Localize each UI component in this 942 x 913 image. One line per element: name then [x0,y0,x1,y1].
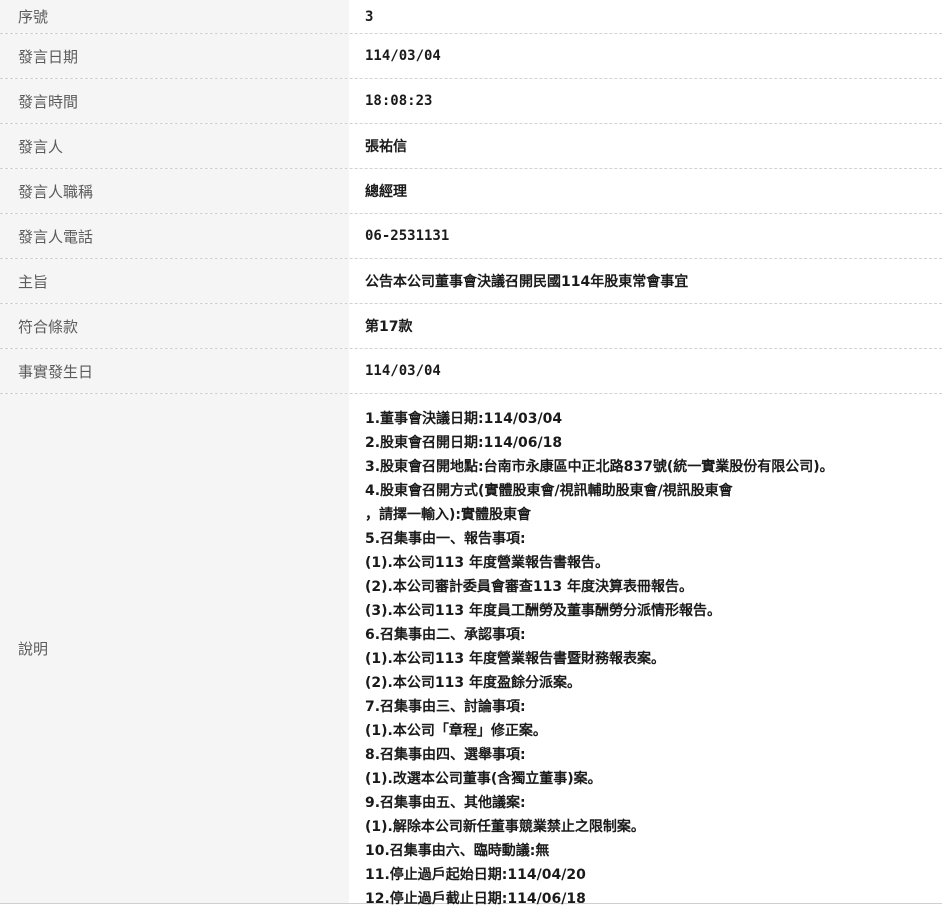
description-line: (1).解除本公司新任董事競業禁止之限制案。 [365,819,645,835]
description-line: (1).改選本公司董事(含獨立董事)案。 [365,771,602,787]
description-line: 6.召集事由二、承認事項: [365,627,526,643]
label-subject: 主旨 [0,259,349,303]
label-phone: 發言人電話 [0,214,349,258]
description-line: (2).本公司審計委員會審查113 年度決算表冊報告。 [365,579,693,595]
value-date: 114/03/04 [349,34,942,78]
description-line: 12.停止過戶截止日期:114/06/18 [365,891,586,907]
label-date: 發言日期 [0,34,349,78]
label-serial: 序號 [0,0,349,33]
value-spokesperson: 張祐信 [349,124,942,168]
value-subject: 公告本公司董事會決議召開民國114年股東常會事宜 [349,259,942,303]
value-serial: 3 [349,0,942,33]
label-title: 發言人職稱 [0,169,349,213]
label-spokesperson: 發言人 [0,124,349,168]
value-clause: 第17款 [349,304,942,348]
value-description: 1.董事會決議日期:114/03/04 2.股東會召開日期:114/06/18 … [349,394,942,907]
row-description: 說明 1.董事會決議日期:114/03/04 2.股東會召開日期:114/06/… [0,394,942,907]
row-subject: 主旨 公告本公司董事會決議召開民國114年股東常會事宜 [0,259,942,304]
row-date: 發言日期 114/03/04 [0,34,942,79]
value-fact-date: 114/03/04 [349,349,942,393]
description-line: (1).本公司113 年度營業報告書報告。 [365,555,609,571]
row-fact-date: 事實發生日 114/03/04 [0,349,942,394]
description-line: (1).本公司「章程」修正案。 [365,723,547,739]
row-spokesperson: 發言人 張祐信 [0,124,942,169]
description-line: (1).本公司113 年度營業報告書暨財務報表案。 [365,651,665,667]
row-phone: 發言人電話 06-2531131 [0,214,942,259]
value-time: 18:08:23 [349,79,942,123]
description-line: 11.停止過戶起始日期:114/04/20 [365,867,586,883]
row-clause: 符合條款 第17款 [0,304,942,349]
description-line: 4.股東會召開方式(實體股東會/視訊輔助股東會/視訊股東會 [365,483,733,499]
value-title: 總經理 [349,169,942,213]
announcement-table: 序號 3 發言日期 114/03/04 發言時間 18:08:23 發言人 張祐… [0,0,942,907]
description-line: ，請擇一輸入):實體股東會 [365,507,531,523]
description-line: 2.股東會召開日期:114/06/18 [365,435,563,451]
row-serial: 序號 3 [0,0,942,34]
label-time: 發言時間 [0,79,349,123]
row-title: 發言人職稱 總經理 [0,169,942,214]
description-line: 9.召集事由五、其他議案: [365,795,526,811]
description-line: 10.召集事由六、臨時動議:無 [365,843,550,859]
description-line: 8.召集事由四、選舉事項: [365,747,526,763]
description-line: 7.召集事由三、討論事項: [365,699,526,715]
description-line: 1.董事會決議日期:114/03/04 [365,411,563,427]
label-description: 說明 [0,394,349,903]
label-clause: 符合條款 [0,304,349,348]
description-line: (3).本公司113 年度員工酬勞及董事酬勞分派情形報告。 [365,603,721,619]
value-phone: 06-2531131 [349,214,942,258]
description-line: (2).本公司113 年度盈餘分派案。 [365,675,581,691]
description-line: 5.召集事由一、報告事項: [365,531,526,547]
label-fact-date: 事實發生日 [0,349,349,393]
row-time: 發言時間 18:08:23 [0,79,942,124]
description-line: 3.股東會召開地點:台南市永康區中正北路837號(統一實業股份有限公司)。 [365,459,834,475]
